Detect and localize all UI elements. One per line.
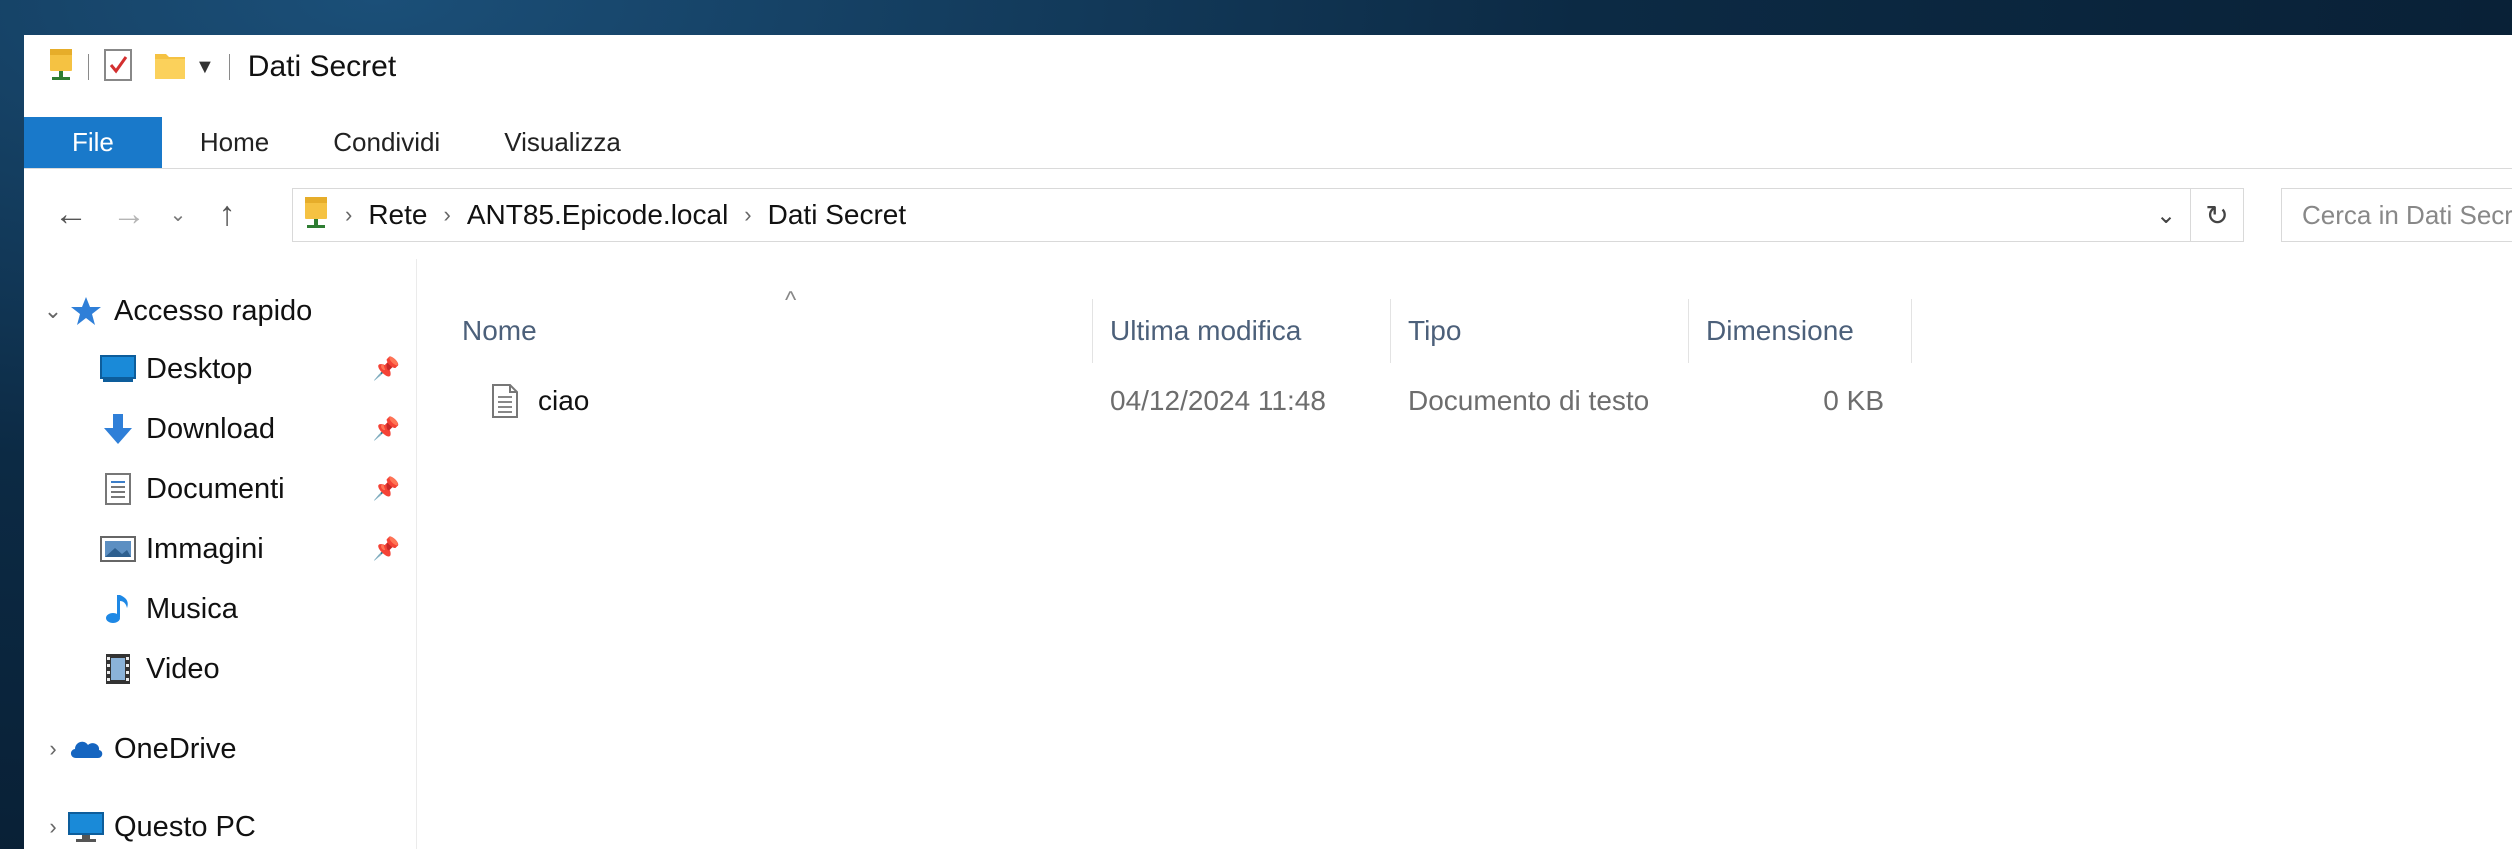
- nav-item-pictures[interactable]: Immagini 📌: [24, 521, 416, 577]
- collapsed-chevron-icon[interactable]: ›: [38, 814, 68, 840]
- breadcrumb-network[interactable]: Rete: [368, 199, 427, 231]
- address-bar[interactable]: › Rete › ANT85.Epicode.local › Dati Secr…: [292, 188, 2244, 242]
- breadcrumb-separator-icon[interactable]: ›: [443, 202, 450, 228]
- pin-icon[interactable]: 📌: [373, 536, 400, 562]
- file-size: 0 KB: [1823, 385, 1884, 416]
- window-title: Dati Secret: [247, 50, 397, 83]
- music-icon: [100, 591, 136, 627]
- desktop-icon: [100, 351, 136, 387]
- nav-label: Video: [146, 652, 220, 685]
- text-file-icon: [491, 383, 519, 426]
- star-icon: [68, 293, 104, 329]
- navigation-pane: ⌄ Accesso rapido Desktop 📌 Download 📌 Do…: [24, 259, 416, 849]
- column-separator[interactable]: [1688, 299, 1689, 363]
- column-header-name[interactable]: Nome: [462, 299, 1082, 363]
- nav-label: OneDrive: [114, 732, 237, 765]
- tab-file[interactable]: File: [24, 117, 162, 168]
- nav-label: Immagini: [146, 532, 264, 565]
- nav-quick-access[interactable]: ⌄ Accesso rapido: [24, 283, 416, 339]
- ribbon-tabs: File Home Condividi Visualizza: [24, 117, 2512, 169]
- toolbar-separator: [88, 54, 89, 80]
- breadcrumb-server[interactable]: ANT85.Epicode.local: [467, 199, 728, 231]
- breadcrumb-separator-icon[interactable]: ›: [345, 202, 352, 228]
- pin-icon[interactable]: 📌: [373, 356, 400, 382]
- file-modified: 04/12/2024 11:48: [1110, 385, 1326, 416]
- nav-item-documents[interactable]: Documenti 📌: [24, 461, 416, 517]
- explorer-window: ▼ Dati Secret File Home Condividi Visual…: [24, 35, 2512, 849]
- forward-arrow-icon[interactable]: →: [100, 195, 158, 234]
- nav-item-video[interactable]: Video: [24, 641, 416, 697]
- nav-this-pc[interactable]: › Questo PC: [24, 799, 416, 849]
- column-separator[interactable]: [1911, 299, 1912, 363]
- toolbar-separator: [228, 54, 230, 80]
- collapsed-chevron-icon[interactable]: ›: [38, 736, 68, 762]
- nav-item-desktop[interactable]: Desktop 📌: [24, 341, 416, 397]
- nav-label: Musica: [146, 592, 238, 625]
- download-icon: [100, 411, 136, 447]
- nav-label: Accesso rapido: [114, 294, 313, 327]
- nav-item-download[interactable]: Download 📌: [24, 401, 416, 457]
- address-history-chevron-icon[interactable]: ⌄: [2142, 201, 2190, 230]
- file-name: ciao: [538, 385, 590, 416]
- cloud-icon: [68, 731, 104, 767]
- breadcrumb-current-folder[interactable]: Dati Secret: [768, 199, 907, 231]
- column-separator[interactable]: [1390, 299, 1391, 363]
- nav-onedrive[interactable]: › OneDrive: [24, 721, 416, 777]
- documents-icon: [100, 471, 136, 507]
- column-separator[interactable]: [1092, 299, 1093, 363]
- title-bar: ▼ Dati Secret: [24, 35, 2512, 99]
- customize-toolbar-chevron-icon[interactable]: ▼: [195, 56, 215, 79]
- file-list: ^ Nome Ultima modifica Tipo Dimensione c…: [417, 259, 2512, 849]
- network-folder-icon: [48, 47, 74, 88]
- column-header-type[interactable]: Tipo: [1408, 299, 1678, 363]
- quick-access-toolbar: ▼: [24, 47, 244, 88]
- column-header-modified[interactable]: Ultima modifica: [1110, 299, 1380, 363]
- table-row[interactable]: ciao 04/12/2024 11:48 Documento di testo…: [417, 373, 2512, 429]
- column-header-size[interactable]: Dimensione: [1706, 299, 1896, 363]
- expanded-chevron-icon[interactable]: ⌄: [38, 298, 68, 324]
- recent-locations-chevron-icon[interactable]: ⌄: [158, 202, 198, 227]
- network-location-icon: [303, 195, 329, 236]
- tab-share[interactable]: Condividi: [301, 117, 472, 168]
- up-arrow-icon[interactable]: ↑: [198, 195, 256, 234]
- nav-label: Questo PC: [114, 810, 256, 843]
- nav-label: Download: [146, 412, 275, 445]
- pin-icon[interactable]: 📌: [373, 416, 400, 442]
- back-arrow-icon[interactable]: ←: [42, 195, 100, 234]
- pictures-icon: [100, 531, 136, 567]
- nav-label: Desktop: [146, 352, 253, 385]
- navigation-bar: ← → ⌄ ↑ › Rete › ANT85.Epicode.local › D…: [24, 169, 2512, 259]
- file-type: Documento di testo: [1408, 385, 1650, 416]
- nav-item-music[interactable]: Musica: [24, 581, 416, 637]
- tab-home[interactable]: Home: [168, 117, 301, 168]
- nav-label: Documenti: [146, 472, 285, 505]
- tab-view[interactable]: Visualizza: [472, 117, 653, 168]
- refresh-icon[interactable]: ↻: [2190, 189, 2243, 241]
- breadcrumb: › Rete › ANT85.Epicode.local › Dati Secr…: [329, 199, 2142, 231]
- computer-icon: [68, 809, 104, 845]
- search-input[interactable]: Cerca in Dati Secret: [2281, 188, 2512, 242]
- breadcrumb-separator-icon[interactable]: ›: [744, 202, 751, 228]
- properties-icon[interactable]: [103, 48, 133, 87]
- video-icon: [100, 651, 136, 687]
- new-folder-icon[interactable]: [153, 48, 187, 87]
- pin-icon[interactable]: 📌: [373, 476, 400, 502]
